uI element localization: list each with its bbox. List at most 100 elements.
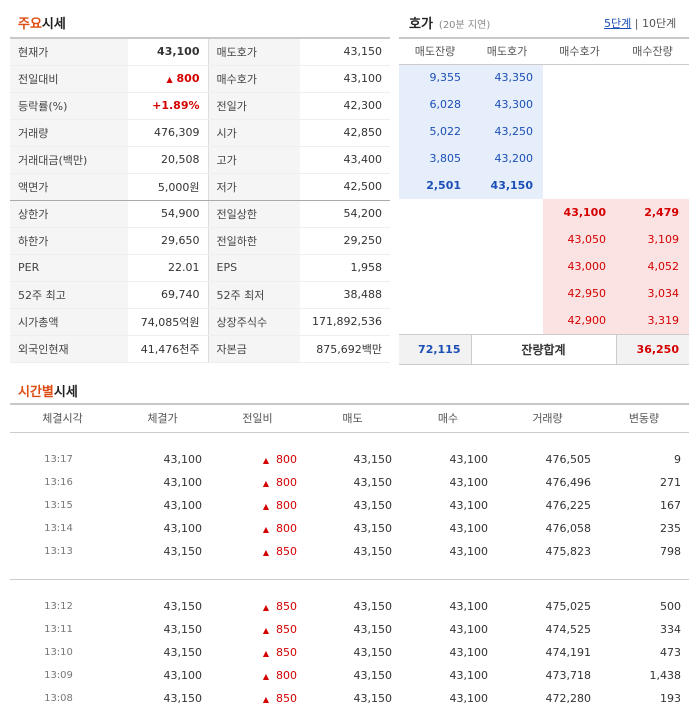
tick-bid: 43,100 xyxy=(449,545,489,558)
tick-ask: 43,150 xyxy=(353,623,393,636)
tick-price: 43,100 xyxy=(163,522,203,535)
column-header: 매수 xyxy=(400,404,496,433)
time-quote-title: 시간별시세 xyxy=(18,385,78,400)
tab-10-levels[interactable]: 10단계 xyxy=(642,17,676,30)
tick-bid: 43,100 xyxy=(449,453,489,466)
column-header: 전일비 xyxy=(210,404,305,433)
tick-row: 13:15 43,100 ▲ 800 43,150 43,100 476,225 167 xyxy=(10,494,689,517)
total-row: 72,115 잔량합계 36,250 xyxy=(399,333,689,365)
quote-label: 전일대비 xyxy=(10,65,128,93)
delay-note: (20분 지연) xyxy=(438,20,491,31)
up-arrow-icon: ▲ xyxy=(262,479,269,488)
quote-value: 5,000원 xyxy=(128,173,208,201)
order-book-table: 매도잔량 매도호가 매수호가 매수잔량 9,355 43,350 6,028 43,… xyxy=(399,37,689,365)
tick-row: 13:12 43,150 ▲ 850 43,150 43,100 475,025 500 xyxy=(10,595,689,618)
up-arrow-icon: ▲ xyxy=(262,672,269,681)
quote-value: 20,508 xyxy=(128,146,208,174)
quote-label: 상한가 xyxy=(10,200,128,228)
tick-volume: 472,280 xyxy=(545,692,592,705)
quote-row: 등락률(%) +1.89% 전일가 42,300 xyxy=(10,92,390,120)
row-separator xyxy=(10,579,689,595)
quote-value: 42,500 xyxy=(300,173,390,201)
total-bid-qty: 36,250 xyxy=(616,333,689,365)
up-arrow-icon: ▲ xyxy=(166,75,173,84)
quote-label: 매수호가 xyxy=(207,65,300,93)
quote-label: 등락률(%) xyxy=(10,92,128,120)
tick-change: 193 xyxy=(660,692,681,705)
tab-5-levels[interactable]: 5단계 xyxy=(604,17,631,30)
tick-bid: 43,100 xyxy=(449,522,489,535)
bid-row: 42,950 3,034 xyxy=(399,280,689,307)
quote-value: 29,250 xyxy=(300,227,390,255)
tick-price: 43,100 xyxy=(163,669,203,682)
quote-row: PER 22.01 EPS 1,958 xyxy=(10,254,390,282)
tick-row: 13:17 43,100 ▲ 800 43,150 43,100 476,505 9 xyxy=(10,448,689,471)
quote-value: 54,200 xyxy=(300,200,390,228)
up-arrow-icon: ▲ xyxy=(262,603,269,612)
main-quote-table: 현재가 43,100 매도호가 43,150 전일대비 ▲ 800 매수호가 43,100 … xyxy=(10,37,390,363)
column-header: 매도 xyxy=(305,404,400,433)
tick-volume: 476,505 xyxy=(545,453,592,466)
quote-label: 외국인현재 xyxy=(10,335,128,363)
tick-diff: ▲ 850 xyxy=(262,545,297,558)
tick-change: 271 xyxy=(660,476,681,489)
up-arrow-icon: ▲ xyxy=(262,649,269,658)
tick-change: 334 xyxy=(660,623,681,636)
quote-value: 29,650 xyxy=(128,227,208,255)
quote-value: 42,850 xyxy=(300,119,390,147)
column-header: 체결시각 xyxy=(10,404,115,433)
quote-label: 전일하한 xyxy=(207,227,300,255)
tick-ask: 43,150 xyxy=(353,453,393,466)
quote-value: 875,692백만 xyxy=(300,335,390,363)
tick-time: 13:11 xyxy=(44,624,73,635)
ask-row: 9,355 43,350 xyxy=(399,64,689,91)
tick-time: 13:14 xyxy=(44,523,73,534)
tick-bid: 43,100 xyxy=(449,476,489,489)
column-header: 체결가 xyxy=(115,404,210,433)
tick-change: 1,438 xyxy=(649,669,682,682)
tick-bid: 43,100 xyxy=(449,692,489,705)
tick-change: 473 xyxy=(660,646,681,659)
tick-diff: ▲ 800 xyxy=(262,476,297,489)
column-header: 매수잔량 xyxy=(616,38,689,65)
up-arrow-icon: ▲ xyxy=(262,548,269,557)
quote-value: 41,476천주 xyxy=(128,335,208,363)
tick-time: 13:16 xyxy=(44,477,73,488)
tick-diff: ▲ 800 xyxy=(262,453,297,466)
column-header: 변동량 xyxy=(599,404,689,433)
tick-diff: ▲ 850 xyxy=(262,692,297,705)
tick-ask: 43,150 xyxy=(353,646,393,659)
up-arrow-icon: ▲ xyxy=(262,502,269,511)
quote-value: 43,150 xyxy=(300,38,390,66)
quote-label: 거래대금(백만) xyxy=(10,146,128,174)
quote-value: 43,100 xyxy=(300,65,390,93)
depth-tabs: 5단계 | 10단계 xyxy=(604,17,677,30)
up-arrow-icon: ▲ xyxy=(262,626,269,635)
row-separator xyxy=(10,563,689,580)
tick-diff: ▲ 800 xyxy=(262,669,297,682)
total-label: 잔량합계 xyxy=(470,333,617,365)
tick-ask: 43,150 xyxy=(353,545,393,558)
quote-value: 42,300 xyxy=(300,92,390,120)
column-header: 매수호가 xyxy=(543,38,616,65)
quote-row: 하한가 29,650 전일하한 29,250 xyxy=(10,227,390,255)
tick-time: 13:08 xyxy=(44,693,73,704)
column-header: 거래량 xyxy=(496,404,599,433)
quote-label: 저가 xyxy=(207,173,300,201)
up-arrow-icon: ▲ xyxy=(262,456,269,465)
quote-row: 52주 최고 69,740 52주 최저 38,488 xyxy=(10,281,390,309)
quote-value: 38,488 xyxy=(300,281,390,309)
tick-price: 43,150 xyxy=(163,545,203,558)
tick-ask: 43,150 xyxy=(353,476,393,489)
quote-value: 171,892,536 xyxy=(300,308,390,336)
row-separator xyxy=(10,432,689,448)
tick-time: 13:13 xyxy=(44,546,73,557)
change-value: ▲ 800 xyxy=(128,65,208,93)
time-quote-table: 체결시각 체결가 전일비 매도 매수 거래량 변동량 13:17 43,100 ▲ … xyxy=(10,403,689,710)
tick-change: 798 xyxy=(660,545,681,558)
tick-price: 43,100 xyxy=(163,499,203,512)
quote-row: 거래대금(백만) 20,508 고가 43,400 xyxy=(10,146,390,174)
tick-change: 9 xyxy=(674,453,681,466)
tick-diff: ▲ 850 xyxy=(262,600,297,613)
ask-row: 2,501 43,150 xyxy=(399,172,689,199)
